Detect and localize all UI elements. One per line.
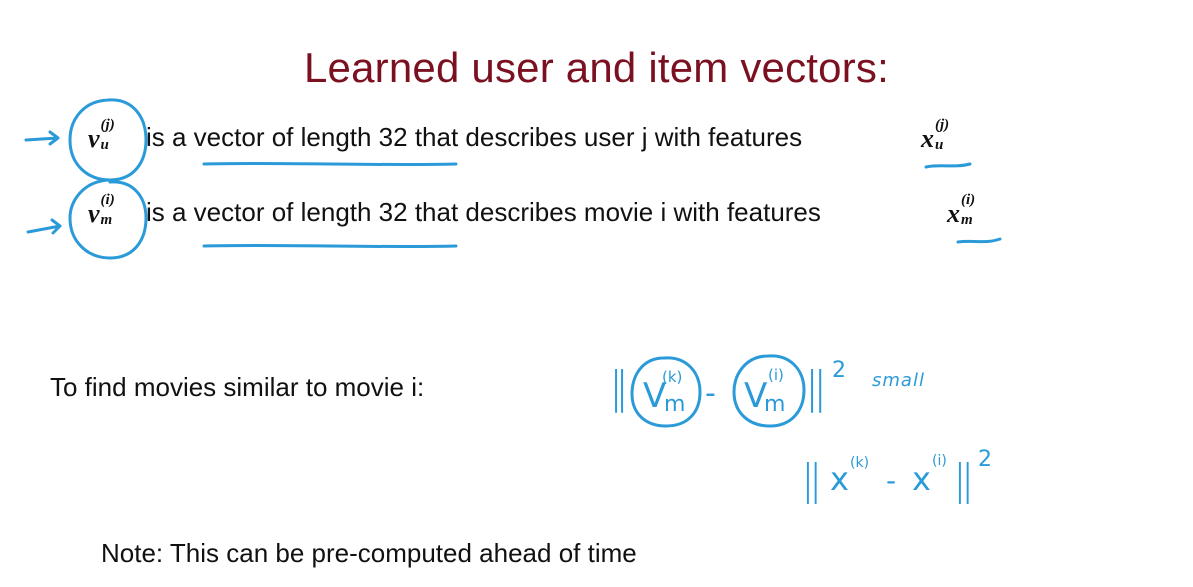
underline-user-length-icon: [202, 161, 458, 167]
user-vector-letter: v: [88, 124, 100, 153]
formula-minus-2: -: [886, 464, 897, 497]
formula-x-k-sup: (k): [850, 455, 870, 471]
formula-power-2: 2: [978, 447, 992, 472]
formula-v-i-sub: m: [764, 392, 786, 417]
underline-user-features-icon: [924, 162, 972, 169]
movie-vector-symbol: v (i) m: [88, 193, 115, 229]
movie-feature-subscript: m: [961, 212, 973, 228]
user-feature-subscript: u: [935, 137, 944, 153]
norm-bars-left-2: ||: [804, 455, 820, 504]
formula-small-note: small: [872, 370, 925, 391]
user-feature-letter: x: [921, 124, 934, 153]
norm-bars-left: ||: [612, 362, 626, 413]
formula-x-i: x: [912, 460, 931, 498]
slide-title: Learned user and item vectors:: [304, 44, 889, 91]
user-feature-symbol: x (j) u: [921, 118, 949, 154]
formula-minus: -: [705, 376, 716, 411]
arrow-user-icon: [24, 130, 60, 146]
movie-feature-symbol: x (i) m: [947, 193, 975, 229]
user-vector-symbol: v (j) u: [88, 118, 115, 154]
movie-vector-letter: v: [88, 199, 100, 228]
underline-movie-length-icon: [202, 243, 458, 249]
user-vector-superscript: (j): [100, 117, 115, 133]
movie-vector-superscript: (i): [100, 192, 115, 208]
user-feature-superscript: (j): [935, 117, 950, 133]
formula-x-i-sup: (i): [932, 453, 947, 469]
formula-v-k-sub: m: [664, 392, 686, 417]
formula-v-i-sup: (i): [768, 366, 784, 384]
similar-movies-text: To find movies similar to movie i:: [50, 372, 425, 402]
note-text: Note: This can be pre-computed ahead of …: [101, 538, 637, 568]
formula-v-k-sup: (k): [662, 368, 683, 386]
user-vector-description: is a vector of length 32 that describes …: [146, 122, 803, 152]
movie-vector-description: is a vector of length 32 that describes …: [146, 197, 821, 227]
movie-vector-subscript: m: [100, 212, 113, 228]
underline-movie-features-icon: [956, 237, 1002, 244]
movie-feature-letter: x: [947, 199, 960, 228]
movie-feature-superscript: (i): [961, 192, 976, 208]
formula-power: 2: [832, 358, 846, 383]
norm-bars-right: ||: [808, 362, 825, 413]
arrow-movie-icon: [26, 218, 62, 235]
user-vector-subscript: u: [100, 137, 109, 153]
norm-bars-right-2: ||: [956, 455, 972, 504]
formula-x-k: x: [830, 460, 849, 498]
